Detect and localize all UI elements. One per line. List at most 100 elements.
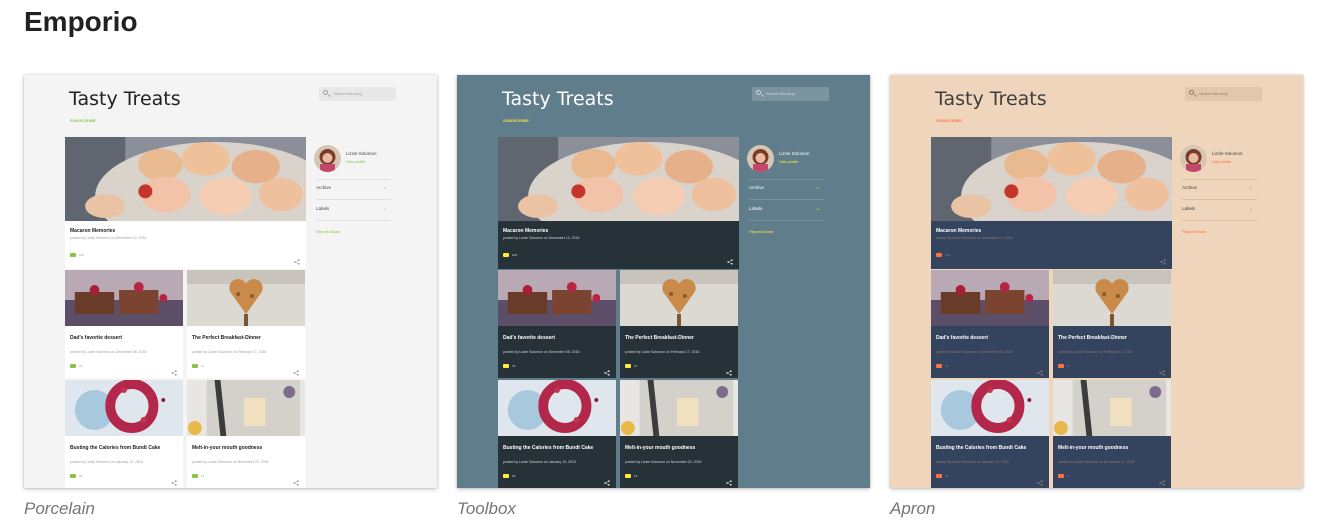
labels-dropdown[interactable]: Labels ⌄ (1182, 206, 1257, 212)
report-abuse-link[interactable]: Report Abuse (316, 229, 340, 234)
visit-profile-link[interactable]: Visit profile (779, 159, 799, 164)
share-icon[interactable] (294, 252, 300, 265)
post-card[interactable]: Macaron Memories posted by Lizzie Solomon… (931, 137, 1172, 269)
post-card[interactable]: Melt-in-your mouth goodness posted by Liz… (1053, 380, 1171, 488)
comment-icon (936, 474, 942, 478)
post-card[interactable]: Macaron Memories posted by Lizzie Solomon… (65, 137, 306, 269)
post-title: Dad's favorite dessert (70, 335, 123, 341)
share-icon[interactable] (1037, 363, 1043, 376)
comment-icon (70, 474, 76, 478)
search-box: Search this blog (319, 87, 396, 101)
divider (1182, 220, 1257, 221)
post-card[interactable]: Busting the Calories from Bundt Cake post… (65, 380, 183, 488)
theme-card-porcelain[interactable]: Tasty Treats SUBSCRIBE Search this blog Ma… (24, 75, 437, 488)
post-meta: posted by Lizzie Solomon on January 13, … (503, 460, 576, 464)
archive-label: Archive (749, 185, 765, 190)
post-title: Melt-in-your mouth goodness (625, 445, 696, 451)
comment-icon (625, 364, 631, 368)
share-icon[interactable] (726, 363, 732, 376)
post-image (931, 270, 1049, 326)
post-card[interactable]: Busting the Calories from Bundt Cake post… (498, 380, 616, 488)
comment-count: 12 (201, 474, 205, 478)
comment-icon (503, 364, 509, 368)
post-title: The Perfect Breakfast-Dinner (192, 335, 261, 341)
post-card[interactable]: The Perfect Breakfast-Dinner posted by Li… (1053, 270, 1171, 378)
labels-label: Labels (316, 206, 330, 211)
labels-dropdown[interactable]: Labels ⌄ (749, 206, 824, 212)
post-meta: posted by Lizzie Solomon on November 22,… (625, 460, 702, 464)
comment-count: 12 (1067, 474, 1071, 478)
comment-count: 100 (79, 253, 85, 257)
divider (749, 199, 824, 200)
share-icon[interactable] (1037, 473, 1043, 486)
labels-dropdown[interactable]: Labels ⌄ (316, 206, 391, 212)
divider (1182, 199, 1257, 200)
share-icon[interactable] (727, 252, 733, 265)
visit-profile-link[interactable]: Visit profile (1212, 159, 1232, 164)
post-meta: posted by Lizzie Solomon on February 17,… (625, 350, 700, 354)
report-abuse-link[interactable]: Report Abuse (1182, 229, 1206, 234)
theme-name-label: Apron (890, 499, 936, 518)
post-image (931, 137, 1172, 221)
post-image (620, 270, 738, 326)
share-icon[interactable] (604, 363, 610, 376)
share-icon[interactable] (171, 363, 177, 376)
profile-name: Lizzie Solomon (346, 151, 377, 156)
post-title: The Perfect Breakfast-Dinner (625, 335, 694, 341)
share-icon[interactable] (293, 363, 299, 376)
comment-icon (625, 474, 631, 478)
comment-count: 100 (945, 253, 951, 257)
post-image (498, 380, 616, 436)
divider (749, 179, 824, 180)
post-card[interactable]: The Perfect Breakfast-Dinner posted by Li… (187, 270, 305, 378)
comment-count: 27 (201, 364, 205, 368)
comment-count: 27 (1067, 364, 1071, 368)
theme-card-apron[interactable]: Tasty Treats SUBSCRIBE Search this blog Ma… (890, 75, 1303, 488)
comment-icon (70, 364, 76, 368)
post-meta: posted by Lizzie Solomon on December 08,… (503, 350, 580, 354)
post-title: Dad's favorite dessert (503, 335, 556, 341)
share-icon[interactable] (1159, 473, 1165, 486)
archive-dropdown[interactable]: Archive ⌄ (1182, 185, 1257, 191)
comment-count: 76 (79, 364, 83, 368)
post-card[interactable]: Macaron Memories posted by Lizzie Solomon… (498, 137, 739, 269)
post-title: Melt-in-your mouth goodness (1058, 445, 1129, 451)
search-icon (756, 90, 761, 95)
share-icon[interactable] (1160, 252, 1166, 265)
post-card[interactable]: The Perfect Breakfast-Dinner posted by Li… (620, 270, 738, 378)
post-image (65, 137, 306, 221)
blog-title: Tasty Treats (502, 88, 614, 110)
archive-label: Archive (316, 185, 332, 190)
profile-name: Lizzie Solomon (1212, 151, 1243, 156)
comment-icon (503, 474, 509, 478)
labels-label: Labels (749, 206, 763, 211)
archive-dropdown[interactable]: Archive ⌄ (749, 185, 824, 191)
post-meta: posted by Lizzie Solomon on February 17,… (1058, 350, 1133, 354)
post-meta: posted by Lizzie Solomon on January 13, … (70, 460, 143, 464)
post-title: Macaron Memories (936, 228, 982, 234)
post-card[interactable]: Dad's favorite dessert posted by Lizzie S… (65, 270, 183, 378)
share-icon[interactable] (171, 473, 177, 486)
share-icon[interactable] (1159, 363, 1165, 376)
post-card[interactable]: Melt-in-your mouth goodness posted by Liz… (187, 380, 305, 488)
subscribe-link: SUBSCRIBE (503, 118, 530, 123)
archive-dropdown[interactable]: Archive ⌄ (316, 185, 391, 191)
post-image (65, 270, 183, 326)
post-meta: posted by Lizzie Solomon on December 08,… (70, 350, 147, 354)
share-icon[interactable] (726, 473, 732, 486)
post-card[interactable]: Dad's favorite dessert posted by Lizzie S… (498, 270, 616, 378)
comment-count: 12 (634, 474, 638, 478)
theme-card-toolbox[interactable]: Tasty Treats SUBSCRIBE Search this blog Ma… (457, 75, 870, 488)
share-icon[interactable] (604, 473, 610, 486)
post-card[interactable]: Melt-in-your mouth goodness posted by Liz… (620, 380, 738, 488)
post-image (498, 137, 739, 221)
visit-profile-link[interactable]: Visit profile (346, 159, 366, 164)
report-abuse-link[interactable]: Report Abuse (749, 229, 773, 234)
post-card[interactable]: Busting the Calories from Bundt Cake post… (931, 380, 1049, 488)
chevron-down-icon: ⌄ (1248, 206, 1253, 212)
share-icon[interactable] (293, 473, 299, 486)
post-title: Busting the Calories from Bundt Cake (70, 445, 161, 451)
post-meta: posted by Lizzie Solomon on December 12,… (70, 236, 147, 240)
comment-icon (70, 253, 76, 257)
post-card[interactable]: Dad's favorite dessert posted by Lizzie S… (931, 270, 1049, 378)
